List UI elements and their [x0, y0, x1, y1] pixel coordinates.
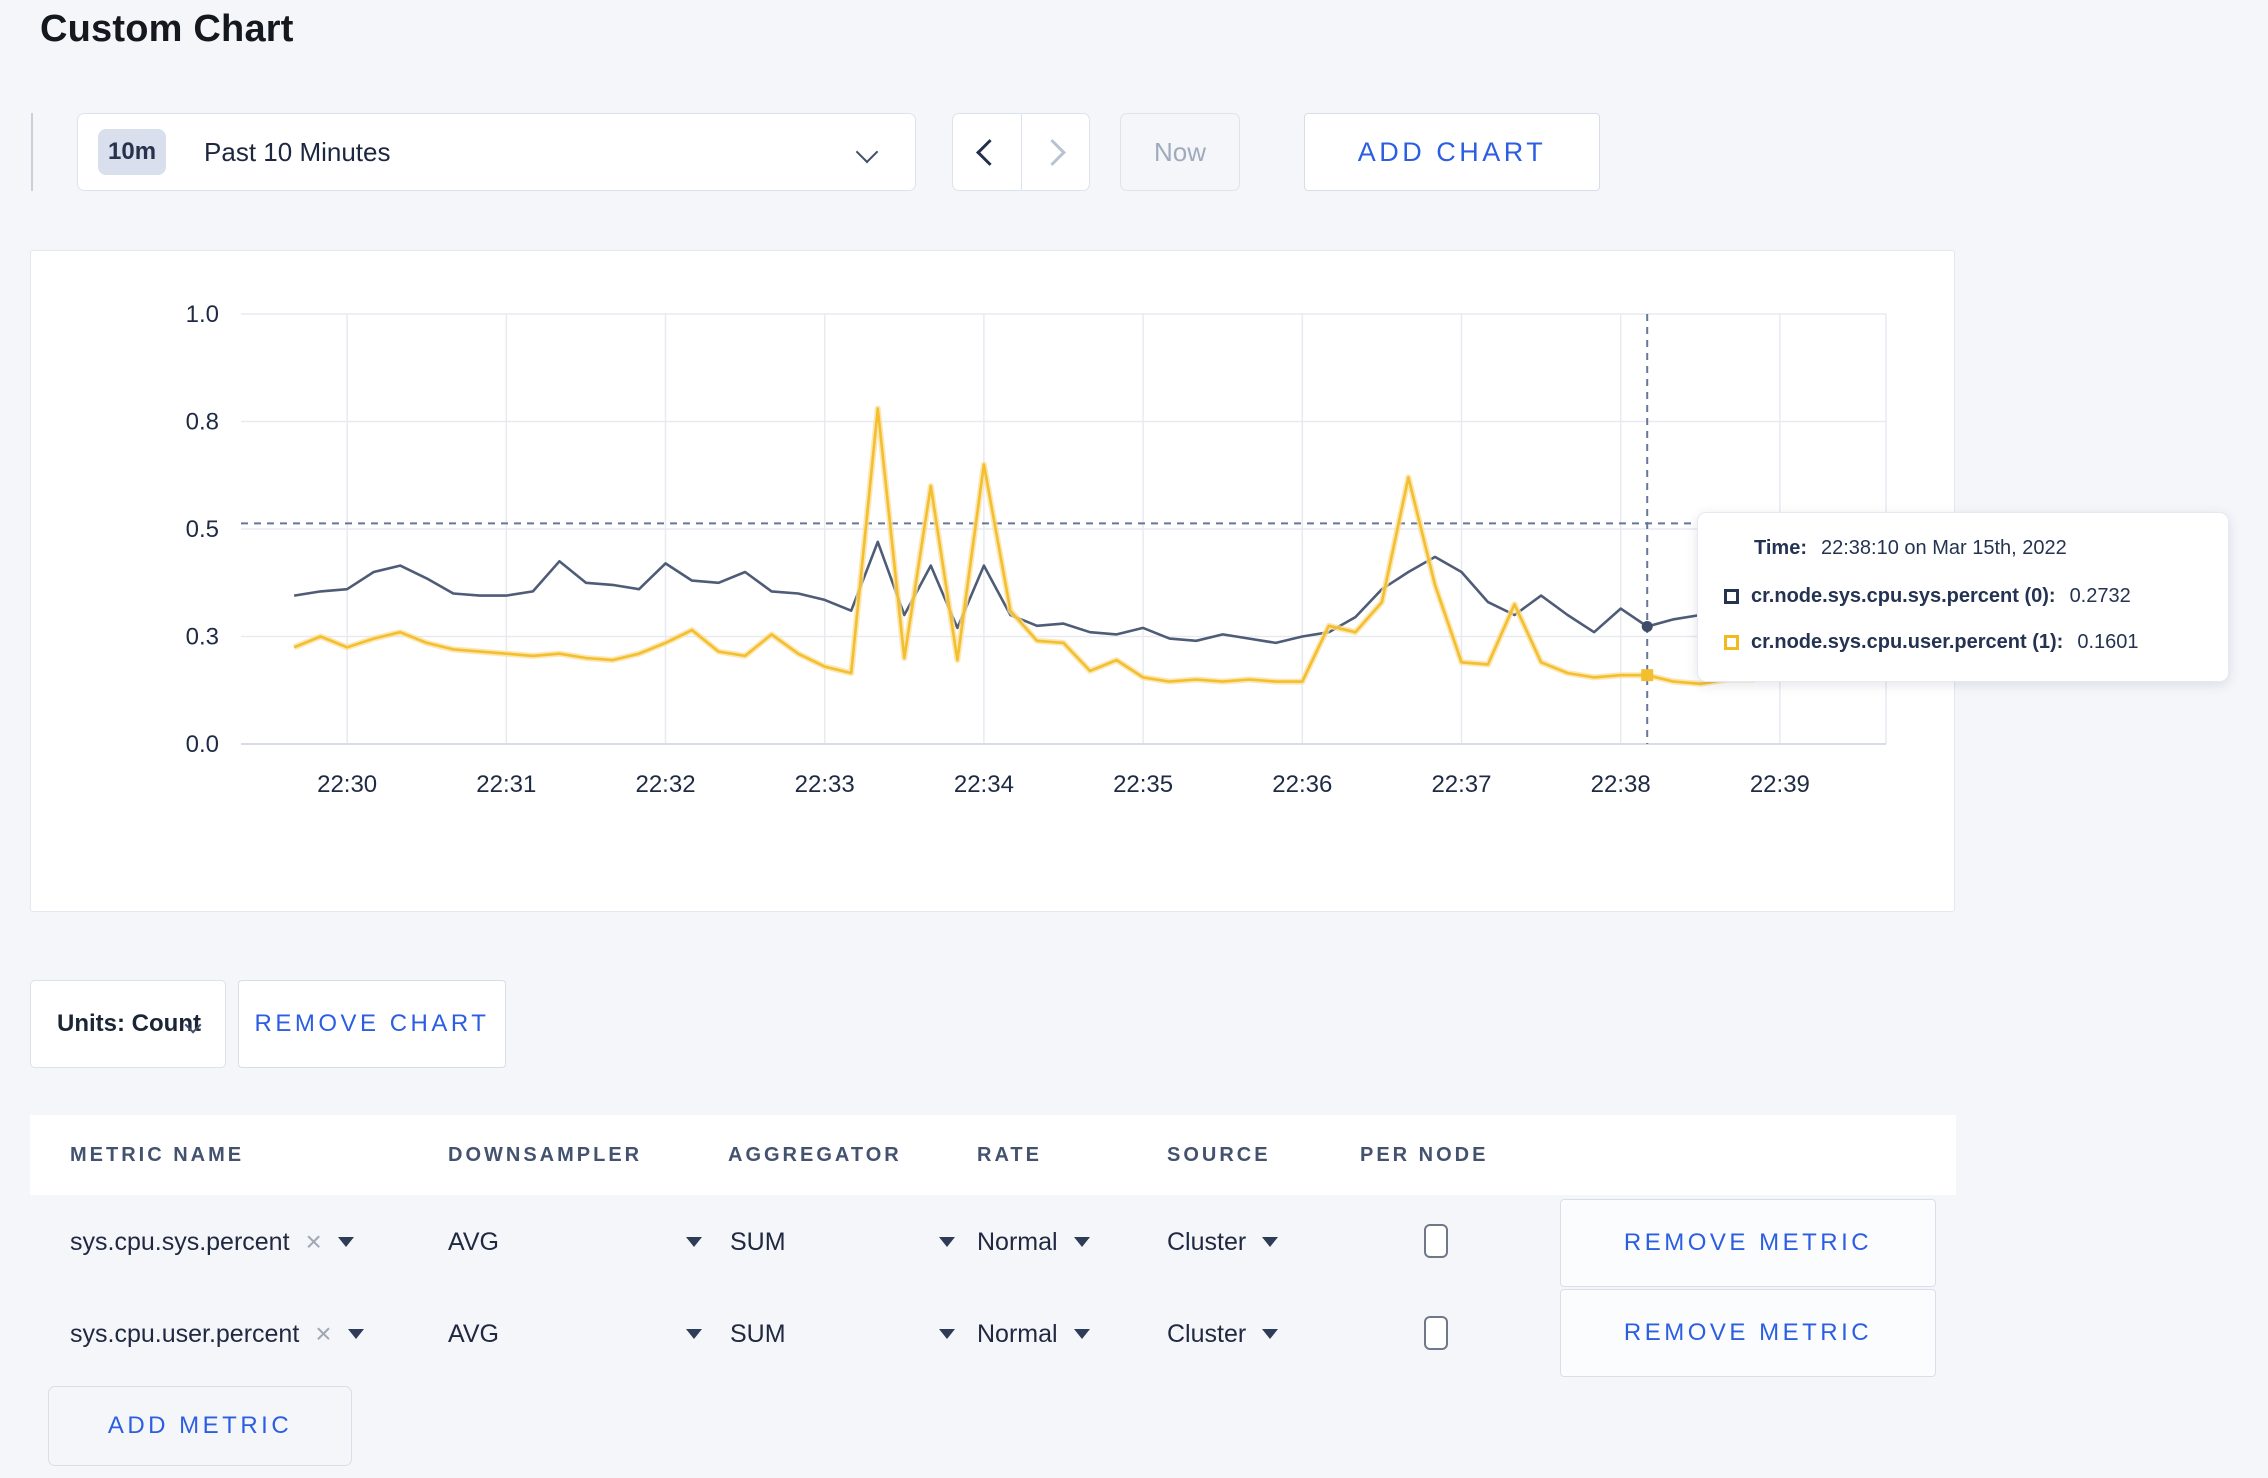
time-pager	[952, 113, 1090, 191]
source-value: Cluster	[1167, 1319, 1247, 1348]
col-header-source: SOURCE	[1167, 1144, 1271, 1166]
rate-select[interactable]: Normal	[977, 1288, 1090, 1380]
tooltip-series-row: cr.node.sys.cpu.sys.percent (0): 0.2732	[1724, 585, 2131, 608]
chevron-down-icon	[855, 140, 879, 164]
tooltip-time-row: Time: 22:38:10 on Mar 15th, 2022	[1754, 537, 2067, 560]
time-window-label: Past 10 Minutes	[204, 136, 391, 167]
chevron-down-icon[interactable]	[686, 1237, 702, 1247]
downsampler-select[interactable]: AVG	[448, 1196, 499, 1288]
chevron-down-icon[interactable]	[939, 1329, 955, 1339]
tooltip-time-value: 22:38:10 on Mar 15th, 2022	[1820, 537, 2067, 559]
svg-text:22:39: 22:39	[1750, 771, 1810, 798]
chevron-down-icon	[1073, 1329, 1090, 1339]
chevron-left-icon	[976, 138, 1004, 166]
add-chart-button[interactable]: ADD CHART	[1304, 113, 1600, 191]
chart-svg[interactable]: 22:30 22:31 22:32 22:33 22:34 22:35 22:36 22:37…	[31, 251, 1954, 911]
rate-value: Normal	[977, 1227, 1058, 1256]
tooltip-series-value: 0.2732	[2069, 585, 2131, 607]
source-value: Cluster	[1167, 1227, 1247, 1256]
svg-text:22:37: 22:37	[1431, 771, 1491, 798]
aggregator-select[interactable]: SUM	[730, 1196, 786, 1288]
chevron-down-icon	[1262, 1237, 1279, 1247]
table-row: sys.cpu.sys.percent × AVG SUM Normal Clu…	[30, 1196, 1956, 1288]
tooltip-series-name: cr.node.sys.cpu.sys.percent (0):	[1751, 585, 2056, 607]
svg-text:22:38: 22:38	[1591, 771, 1651, 798]
rate-select[interactable]: Normal	[977, 1196, 1090, 1288]
chevron-down-icon	[337, 1237, 354, 1247]
table-row: sys.cpu.user.percent × AVG SUM Normal Cl…	[30, 1288, 1956, 1380]
aggregator-value: SUM	[730, 1319, 786, 1348]
units-dropdown[interactable]: Units: Count	[30, 980, 226, 1068]
svg-text:22:34: 22:34	[954, 771, 1014, 798]
now-button[interactable]: Now	[1120, 113, 1240, 191]
svg-text:22:36: 22:36	[1272, 771, 1332, 798]
chevron-down-icon[interactable]	[686, 1329, 702, 1339]
svg-text:1.0: 1.0	[186, 301, 219, 328]
metric-name-label: sys.cpu.sys.percent	[70, 1227, 290, 1256]
col-header-downsampler: DOWNSAMPLER	[448, 1144, 643, 1166]
aggregator-select[interactable]: SUM	[730, 1288, 786, 1380]
svg-text:0.8: 0.8	[186, 409, 219, 436]
downsampler-value: AVG	[448, 1319, 499, 1348]
col-header-aggregator: AGGREGATOR	[728, 1144, 902, 1166]
source-select[interactable]: Cluster	[1167, 1288, 1279, 1380]
chevron-right-icon	[1038, 138, 1066, 166]
source-select[interactable]: Cluster	[1167, 1196, 1279, 1288]
downsampler-value: AVG	[448, 1227, 499, 1256]
remove-chart-button[interactable]: REMOVE CHART	[238, 980, 506, 1068]
downsampler-select[interactable]: AVG	[448, 1288, 499, 1380]
chevron-down-icon	[1262, 1329, 1279, 1339]
metric-name-label: sys.cpu.user.percent	[70, 1319, 300, 1348]
metric-name-dropdown[interactable]: sys.cpu.user.percent ×	[70, 1288, 364, 1380]
remove-metric-button[interactable]: REMOVE METRIC	[1560, 1199, 1936, 1287]
chevron-down-icon[interactable]	[939, 1237, 955, 1247]
user-series-swatch-icon	[1724, 635, 1739, 650]
chart-tooltip: Time: 22:38:10 on Mar 15th, 2022 cr.node.…	[1697, 512, 2229, 682]
col-header-per-node: PER NODE	[1360, 1144, 1489, 1166]
svg-text:0.0: 0.0	[186, 731, 219, 758]
col-header-metric-name: METRIC NAME	[70, 1144, 245, 1166]
tooltip-series-row: cr.node.sys.cpu.user.percent (1): 0.1601	[1724, 631, 2139, 654]
per-node-checkbox[interactable]	[1424, 1224, 1448, 1258]
chart-card: 22:30 22:31 22:32 22:33 22:34 22:35 22:36 22:37…	[30, 250, 1955, 912]
toolbar-divider	[31, 113, 33, 191]
svg-text:22:32: 22:32	[635, 771, 695, 798]
time-window-dropdown[interactable]: 10m Past 10 Minutes	[77, 113, 916, 191]
svg-text:0.5: 0.5	[186, 516, 219, 543]
rate-value: Normal	[977, 1319, 1058, 1348]
svg-text:22:35: 22:35	[1113, 771, 1173, 798]
remove-metric-button[interactable]: REMOVE METRIC	[1560, 1289, 1936, 1377]
tooltip-series-value: 0.1601	[2077, 631, 2139, 653]
aggregator-value: SUM	[730, 1227, 786, 1256]
time-window-badge: 10m	[98, 129, 167, 175]
tooltip-series-name: cr.node.sys.cpu.user.percent (1):	[1751, 631, 2064, 653]
svg-text:22:31: 22:31	[476, 771, 536, 798]
sys-series-swatch-icon	[1724, 589, 1739, 604]
per-node-checkbox[interactable]	[1424, 1316, 1448, 1350]
metrics-table-header: METRIC NAME DOWNSAMPLER AGGREGATOR RATE …	[30, 1115, 1956, 1195]
clear-metric-icon[interactable]: ×	[315, 1318, 331, 1350]
chevron-down-icon	[1073, 1237, 1090, 1247]
tooltip-time-label: Time:	[1754, 537, 1807, 559]
clear-metric-icon[interactable]: ×	[306, 1226, 322, 1258]
prev-time-button[interactable]	[953, 114, 1022, 190]
svg-text:22:30: 22:30	[317, 771, 377, 798]
svg-text:0.3: 0.3	[186, 624, 219, 651]
units-label: Units: Count	[57, 1010, 201, 1037]
page-title: Custom Chart	[40, 8, 294, 50]
add-metric-button[interactable]: ADD METRIC	[48, 1386, 352, 1466]
col-header-rate: RATE	[977, 1144, 1042, 1166]
chevron-down-icon	[347, 1329, 364, 1339]
svg-text:22:33: 22:33	[795, 771, 855, 798]
metric-name-dropdown[interactable]: sys.cpu.sys.percent ×	[70, 1196, 354, 1288]
next-time-button[interactable]	[1022, 114, 1090, 190]
